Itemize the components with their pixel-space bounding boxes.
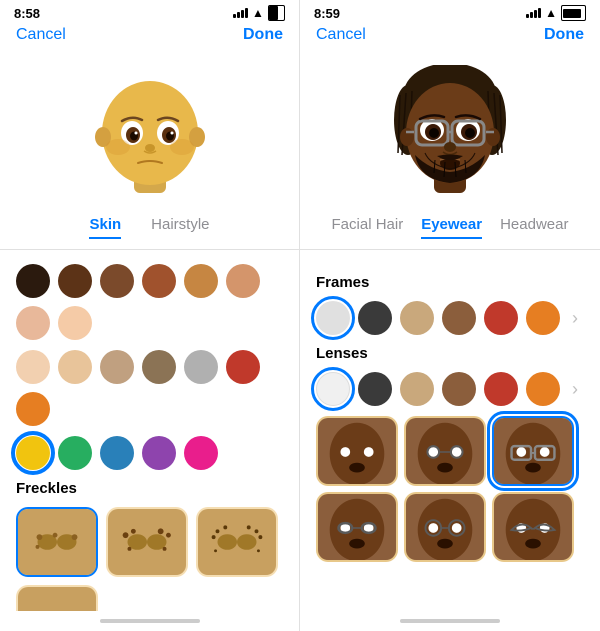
left-home-indicator xyxy=(100,619,200,623)
skin-swatch-20[interactable] xyxy=(184,436,218,470)
battery-icon xyxy=(268,5,285,21)
skin-swatch-11[interactable] xyxy=(100,350,134,384)
left-done-button[interactable]: Done xyxy=(243,26,283,44)
skin-color-swatches-2 xyxy=(16,350,283,426)
skin-swatch-19[interactable] xyxy=(142,436,176,470)
frames-color-1[interactable] xyxy=(316,301,350,335)
skin-swatch-7[interactable] xyxy=(16,306,50,340)
lenses-label: Lenses xyxy=(316,345,584,362)
eyewear-item-4[interactable] xyxy=(316,492,398,562)
tab-skin[interactable]: Skin xyxy=(89,216,121,239)
lenses-color-5[interactable] xyxy=(484,372,518,406)
skin-swatch-10[interactable] xyxy=(58,350,92,384)
right-content: Frames › Lenses › xyxy=(300,250,600,611)
eyewear-item-2[interactable] xyxy=(404,416,486,486)
freckles-grid-2 xyxy=(16,585,283,611)
frames-more-icon: › xyxy=(572,308,578,329)
right-time: 8:59 xyxy=(314,6,340,21)
frames-color-row: › xyxy=(316,301,584,335)
right-avatar-area xyxy=(300,50,600,210)
skin-color-swatches-3 xyxy=(16,436,283,470)
frames-color-3[interactable] xyxy=(400,301,434,335)
skin-swatch-3[interactable] xyxy=(100,264,134,298)
right-wifi-icon: ▲ xyxy=(545,6,557,20)
left-panel: 8:58 ▲ Cancel Done xyxy=(0,0,300,631)
frames-color-6[interactable] xyxy=(526,301,560,335)
lenses-color-6[interactable] xyxy=(526,372,560,406)
skin-color-swatches xyxy=(16,264,283,340)
right-status-icons: ▲ xyxy=(526,5,586,21)
signal-icon xyxy=(233,8,248,18)
left-avatar-area xyxy=(0,50,299,210)
skin-swatch-8[interactable] xyxy=(58,306,92,340)
lenses-color-row: › xyxy=(316,372,584,406)
lenses-section: Lenses › xyxy=(316,345,584,406)
right-done-button[interactable]: Done xyxy=(544,26,584,44)
left-cancel-button[interactable]: Cancel xyxy=(16,26,66,44)
skin-swatch-9[interactable] xyxy=(16,350,50,384)
frames-color-2[interactable] xyxy=(358,301,392,335)
frames-color-4[interactable] xyxy=(442,301,476,335)
skin-swatch-15[interactable] xyxy=(16,392,50,426)
right-home-indicator xyxy=(400,619,500,623)
skin-swatch-4[interactable] xyxy=(142,264,176,298)
right-nav-bar: Cancel Done xyxy=(300,22,600,50)
lenses-color-2[interactable] xyxy=(358,372,392,406)
skin-swatch-6[interactable] xyxy=(226,264,260,298)
wifi-icon: ▲ xyxy=(252,6,264,20)
left-tabs: Skin Hairstyle xyxy=(0,210,299,250)
tab-eyewear[interactable]: Eyewear xyxy=(421,216,482,239)
freckle-item-1[interactable] xyxy=(16,507,98,577)
freckle-item-2[interactable] xyxy=(106,507,188,577)
eyewear-item-3[interactable] xyxy=(492,416,574,486)
freckles-grid xyxy=(16,507,283,577)
left-status-icons: ▲ xyxy=(233,5,285,21)
tab-hairstyle[interactable]: Hairstyle xyxy=(151,216,209,239)
left-status-bar: 8:58 ▲ xyxy=(0,0,299,22)
lenses-color-3[interactable] xyxy=(400,372,434,406)
freckle-item-3[interactable] xyxy=(196,507,278,577)
right-tabs: Facial Hair Eyewear Headwear xyxy=(300,210,600,250)
lenses-more-icon: › xyxy=(572,379,578,400)
right-panel: 8:59 ▲ Cancel Done xyxy=(300,0,600,631)
skin-swatch-2[interactable] xyxy=(58,264,92,298)
eyewear-style-grid xyxy=(316,416,584,562)
left-bottom-bar xyxy=(0,611,299,631)
skin-swatch-18[interactable] xyxy=(100,436,134,470)
skin-swatch-selected[interactable] xyxy=(16,436,50,470)
left-time: 8:58 xyxy=(14,6,40,21)
right-status-bar: 8:59 ▲ xyxy=(300,0,600,22)
right-cancel-button[interactable]: Cancel xyxy=(316,26,366,44)
right-bottom-bar xyxy=(300,611,600,631)
tab-headwear[interactable]: Headwear xyxy=(500,216,568,239)
frames-color-5[interactable] xyxy=(484,301,518,335)
eyewear-item-6[interactable] xyxy=(492,492,574,562)
right-battery-icon xyxy=(561,5,586,21)
lenses-color-4[interactable] xyxy=(442,372,476,406)
skin-swatch-13[interactable] xyxy=(184,350,218,384)
left-nav-bar: Cancel Done xyxy=(0,22,299,50)
freckles-label: Freckles xyxy=(16,480,283,497)
skin-swatch-17[interactable] xyxy=(58,436,92,470)
right-signal-icon xyxy=(526,8,541,18)
frames-label: Frames xyxy=(316,274,584,291)
skin-swatch-14[interactable] xyxy=(226,350,260,384)
lenses-color-1[interactable] xyxy=(316,372,350,406)
freckle-item-4[interactable] xyxy=(16,585,98,611)
left-avatar xyxy=(90,65,210,195)
skin-swatch-1[interactable] xyxy=(16,264,50,298)
eyewear-item-1[interactable] xyxy=(316,416,398,486)
eyewear-item-5[interactable] xyxy=(404,492,486,562)
skin-swatch-12[interactable] xyxy=(142,350,176,384)
left-content: Freckles xyxy=(0,250,299,611)
frames-section: Frames › xyxy=(316,274,584,335)
right-avatar xyxy=(390,65,510,195)
skin-swatch-5[interactable] xyxy=(184,264,218,298)
tab-facial-hair[interactable]: Facial Hair xyxy=(332,216,404,239)
